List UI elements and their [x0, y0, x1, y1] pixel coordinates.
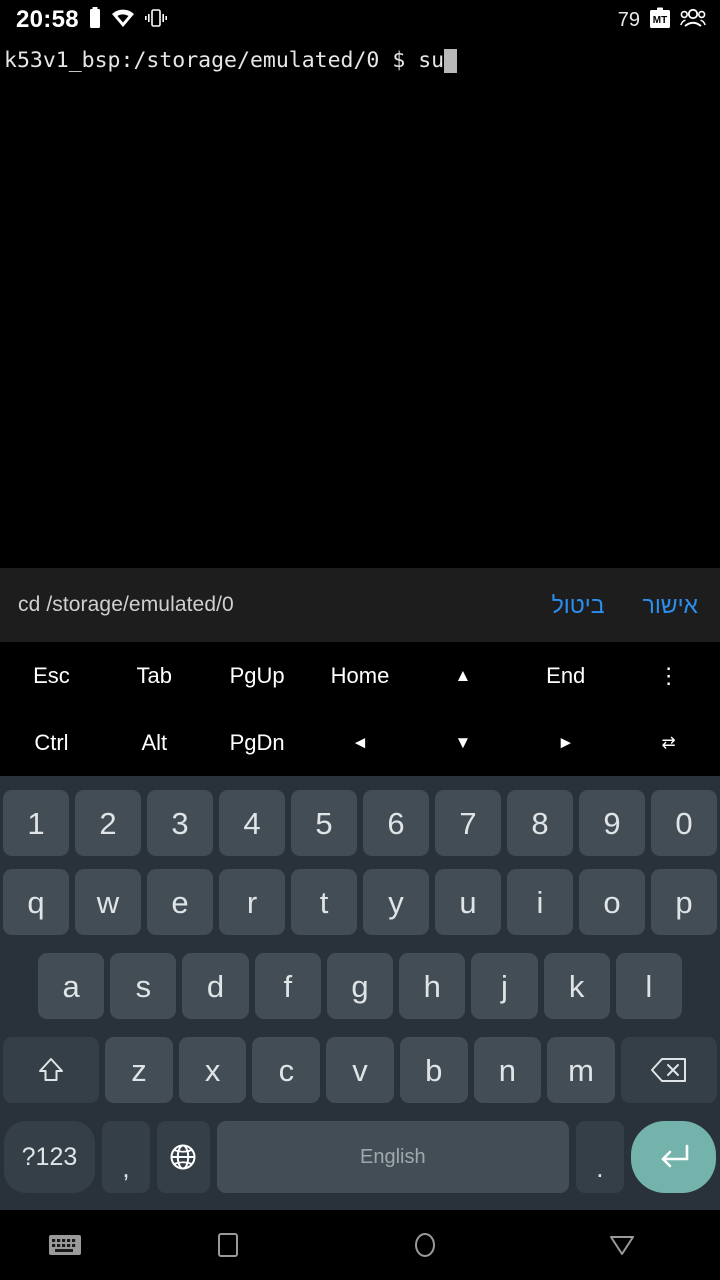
- recents-icon[interactable]: [130, 1232, 327, 1258]
- key-4[interactable]: 4: [219, 790, 285, 856]
- terminal-output[interactable]: k53v1_bsp:/storage/emulated/0 $ su: [0, 40, 720, 568]
- extra-key-alt[interactable]: Alt: [103, 709, 206, 776]
- keyboard-row-asdf: a s d f g h j k l: [0, 953, 720, 1019]
- suggestion-actions: ביטול אישור: [552, 592, 698, 619]
- soft-keyboard: 1 2 3 4 5 6 7 8 9 0 q w e r t y u i o p …: [0, 776, 720, 1210]
- svg-text:MT: MT: [653, 15, 667, 26]
- shift-icon[interactable]: [3, 1037, 100, 1103]
- battery-icon: [88, 6, 102, 34]
- key-d[interactable]: d: [182, 953, 249, 1019]
- keyboard-row-bottom: ?123 , English .: [0, 1121, 720, 1193]
- backspace-icon[interactable]: [620, 1037, 718, 1103]
- key-c[interactable]: c: [252, 1037, 321, 1103]
- home-icon[interactable]: [327, 1230, 524, 1260]
- extra-key-ctrl[interactable]: Ctrl: [0, 709, 103, 776]
- extra-key-tab[interactable]: Tab: [103, 642, 206, 709]
- clipboard-suggestion-bar: cd /storage/emulated/0 ביטול אישור: [0, 568, 720, 642]
- space-key[interactable]: English: [216, 1121, 569, 1193]
- keyboard-icon[interactable]: [0, 1233, 130, 1257]
- phone-screen: 20:58 79 MT k53v1_bsp:/storage/emulated/…: [0, 0, 720, 1280]
- key-h[interactable]: h: [399, 953, 466, 1019]
- extra-key-end[interactable]: End: [514, 642, 617, 709]
- key-n[interactable]: n: [473, 1037, 542, 1103]
- key-1[interactable]: 1: [3, 790, 69, 856]
- key-period[interactable]: .: [575, 1121, 624, 1193]
- key-7[interactable]: 7: [435, 790, 501, 856]
- people-icon: [680, 8, 706, 33]
- key-z[interactable]: z: [105, 1037, 173, 1103]
- battery-percent: 79: [617, 8, 640, 31]
- clipboard-suggestion-text[interactable]: cd /storage/emulated/0: [18, 593, 234, 617]
- key-3[interactable]: 3: [147, 790, 213, 856]
- keyboard-row-numbers: 1 2 3 4 5 6 7 8 9 0: [0, 790, 720, 856]
- key-r[interactable]: r: [219, 869, 285, 935]
- key-g[interactable]: g: [326, 953, 394, 1019]
- key-b[interactable]: b: [399, 1037, 468, 1103]
- status-clock: 20:58: [16, 6, 79, 33]
- extra-key-home[interactable]: Home: [309, 642, 412, 709]
- key-e[interactable]: e: [147, 869, 213, 935]
- enter-icon[interactable]: [630, 1121, 717, 1193]
- terminal-prompt: k53v1_bsp:/storage/emulated/0 $: [4, 48, 419, 73]
- navigation-bar: [0, 1210, 720, 1280]
- key-l[interactable]: l: [615, 953, 682, 1019]
- symbols-toggle-key[interactable]: ?123: [4, 1121, 95, 1193]
- extra-key-pgup[interactable]: PgUp: [206, 642, 309, 709]
- key-9[interactable]: 9: [579, 790, 645, 856]
- key-o[interactable]: o: [579, 869, 645, 935]
- arrow-up-icon[interactable]: ▲: [411, 642, 514, 709]
- key-u[interactable]: u: [435, 869, 501, 935]
- back-icon[interactable]: [523, 1233, 720, 1257]
- extra-keys-row-1: Esc Tab PgUp Home ▲ End ⋮: [0, 642, 720, 709]
- key-w[interactable]: w: [75, 869, 141, 935]
- status-bar: 20:58 79 MT: [0, 0, 720, 40]
- terminal-command: su: [418, 48, 445, 73]
- keyboard-row-qwerty: q w e r t y u i o p: [0, 869, 720, 935]
- key-s[interactable]: s: [110, 953, 177, 1019]
- key-m[interactable]: m: [547, 1037, 615, 1103]
- key-j[interactable]: j: [471, 953, 538, 1019]
- toggle-swap-icon[interactable]: ⇄: [617, 709, 720, 776]
- keyboard-row-zxcv: z x c v b n m: [0, 1037, 720, 1103]
- key-0[interactable]: 0: [651, 790, 717, 856]
- key-8[interactable]: 8: [507, 790, 573, 856]
- extra-key-pgdn[interactable]: PgDn: [206, 709, 309, 776]
- confirm-button[interactable]: אישור: [643, 592, 698, 619]
- key-p[interactable]: p: [651, 869, 717, 935]
- status-bar-left: 20:58: [16, 6, 168, 34]
- overflow-menu-icon[interactable]: ⋮: [617, 642, 720, 709]
- key-q[interactable]: q: [3, 869, 69, 935]
- arrow-down-icon[interactable]: ▼: [411, 709, 514, 776]
- vibrate-icon: [144, 8, 168, 33]
- globe-icon[interactable]: [157, 1121, 210, 1193]
- extra-key-esc[interactable]: Esc: [0, 642, 103, 709]
- arrow-right-icon[interactable]: ►: [514, 709, 617, 776]
- terminal-cursor: [444, 49, 458, 73]
- key-t[interactable]: t: [291, 869, 357, 935]
- key-comma[interactable]: ,: [101, 1121, 151, 1193]
- key-i[interactable]: i: [507, 869, 573, 935]
- key-a[interactable]: a: [38, 953, 105, 1019]
- key-5[interactable]: 5: [291, 790, 357, 856]
- cancel-button[interactable]: ביטול: [552, 592, 605, 619]
- key-6[interactable]: 6: [363, 790, 429, 856]
- extra-keys-panel: Esc Tab PgUp Home ▲ End ⋮ Ctrl Alt PgDn …: [0, 642, 720, 776]
- mt-badge-icon: MT: [649, 7, 671, 34]
- status-bar-right: 79 MT: [618, 7, 706, 34]
- key-f[interactable]: f: [254, 953, 321, 1019]
- key-k[interactable]: k: [543, 953, 610, 1019]
- key-x[interactable]: x: [178, 1037, 247, 1103]
- wifi-icon: [111, 8, 135, 33]
- key-y[interactable]: y: [363, 869, 429, 935]
- extra-keys-row-2: Ctrl Alt PgDn ◄ ▼ ► ⇄: [0, 709, 720, 776]
- key-2[interactable]: 2: [75, 790, 141, 856]
- terminal-prompt-line: k53v1_bsp:/storage/emulated/0 $ su: [4, 46, 720, 76]
- key-v[interactable]: v: [326, 1037, 394, 1103]
- arrow-left-icon[interactable]: ◄: [309, 709, 412, 776]
